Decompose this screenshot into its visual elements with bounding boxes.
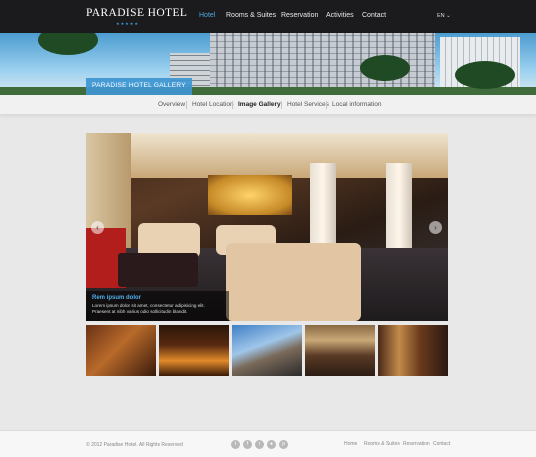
- next-arrow-icon[interactable]: ›: [429, 221, 442, 234]
- subnav-divider: [232, 101, 233, 109]
- subnav-image-gallery[interactable]: Image Gallery: [238, 101, 281, 108]
- language-selector[interactable]: EN ⌄: [437, 13, 451, 19]
- nav-item-activities[interactable]: Activities: [326, 12, 354, 19]
- logo[interactable]: PARADISE HOTEL: [86, 7, 187, 19]
- top-navbar: PARADISE HOTEL ★★★★★ Hotel Rooms & Suite…: [0, 0, 536, 33]
- caption-text: Praesent at nibh varius odio sollicitudi…: [92, 308, 188, 314]
- subnav-hotel-services[interactable]: Hotel Services: [287, 101, 329, 108]
- subnav-divider: [186, 101, 187, 109]
- pinterest-icon[interactable]: p: [279, 440, 288, 449]
- palm-tree: [360, 55, 410, 81]
- footer-link-reservation[interactable]: Reservation: [403, 441, 430, 447]
- nav-item-hotel[interactable]: Hotel: [199, 12, 215, 19]
- footer: © 2012 Paradise Hotel. All Rights Reserv…: [0, 430, 536, 457]
- caption-title: Rem ipsum dolor: [92, 295, 142, 301]
- coffee-table: [118, 253, 198, 287]
- subnav-divider: [281, 101, 282, 109]
- header-banner: PARADISE HOTEL GALLERY: [0, 33, 536, 95]
- subnav-overview[interactable]: Overview: [158, 101, 185, 108]
- gallery-thumbnail[interactable]: [86, 325, 156, 376]
- trees: [0, 87, 536, 95]
- slide-caption: Rem ipsum dolor Lorem ipsum dolor sit am…: [86, 291, 229, 321]
- nav-item-reservation[interactable]: Reservation: [281, 12, 318, 19]
- lobby-backlit-wall: [208, 175, 292, 215]
- footer-link-rooms-suites[interactable]: Rooms & Suites: [364, 441, 400, 447]
- gallery-thumbnail[interactable]: [378, 325, 448, 376]
- subnav-divider: [326, 101, 327, 109]
- footer-link-home[interactable]: Home: [344, 441, 357, 447]
- copyright-text: © 2012 Paradise Hotel. All Rights Reserv…: [86, 442, 183, 448]
- facebook-icon[interactable]: f: [243, 440, 252, 449]
- twitter-icon[interactable]: t: [231, 440, 240, 449]
- caption-text: Lorem ipsum dolor sit amet, consectetur …: [92, 303, 205, 308]
- rss-icon[interactable]: r: [255, 440, 264, 449]
- sub-navigation: Overview Hotel Location Image Gallery Ho…: [0, 95, 536, 115]
- subnav-hotel-location[interactable]: Hotel Location: [192, 101, 234, 108]
- nav-item-rooms-suites[interactable]: Rooms & Suites: [226, 12, 276, 19]
- nav-item-contact[interactable]: Contact: [362, 12, 386, 19]
- gallery-thumbnail[interactable]: [232, 325, 302, 376]
- flickr-icon[interactable]: ●: [267, 440, 276, 449]
- gallery-main-image[interactable]: Rem ipsum dolor Lorem ipsum dolor sit am…: [86, 133, 448, 321]
- armchair: [226, 243, 361, 321]
- prev-arrow-icon[interactable]: ‹: [91, 221, 104, 234]
- palm-tree: [38, 33, 98, 55]
- palm-tree: [455, 61, 515, 89]
- gallery-thumbnail[interactable]: [305, 325, 375, 376]
- subnav-local-information[interactable]: Local information: [332, 101, 382, 108]
- rating-stars: ★★★★★: [116, 21, 139, 26]
- footer-link-contact[interactable]: Contact: [433, 441, 450, 447]
- gallery-thumbnail[interactable]: [159, 325, 229, 376]
- gallery-label: PARADISE HOTEL GALLERY: [86, 78, 192, 95]
